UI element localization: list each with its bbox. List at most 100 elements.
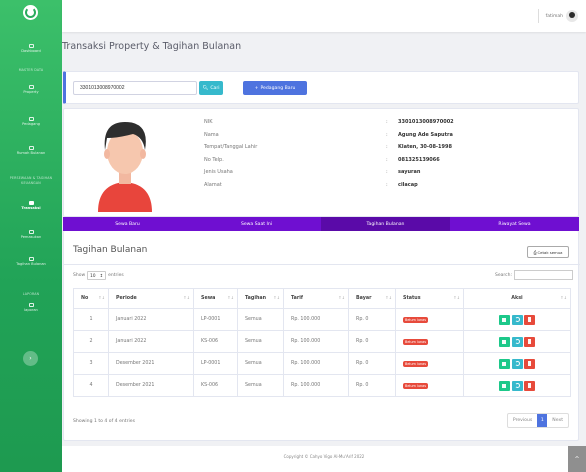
chevron-down-icon: ↕	[99, 273, 104, 278]
tab-bar: Sewa Baru Sewa Saat Ini Tagihan Bulanan …	[63, 217, 579, 231]
tagihan-card: Tagihan Bulanan ⎙ Cetak semua Show 10 ↕ en…	[63, 231, 580, 441]
sort-icon: ↑↓	[560, 295, 567, 300]
status-badge: Belum lunas	[403, 360, 428, 367]
delete-button[interactable]	[524, 336, 536, 347]
profile-avatar-image	[98, 122, 152, 212]
sidebar-item-laporan[interactable]: laporan	[0, 303, 62, 313]
avatar	[566, 10, 578, 22]
column-header[interactable]: No ↑↓	[73, 288, 109, 309]
column-header[interactable]: Periode ↑↓	[108, 288, 194, 309]
topbar-divider	[537, 9, 539, 23]
column-header[interactable]: Sewa ↑↓	[193, 288, 238, 309]
tab-tagihan-bulanan[interactable]: Tagihan Bulanan	[321, 217, 450, 231]
search-card: 🔍︎Cari +Pedagang Baru	[63, 71, 579, 104]
cetak-semua-button[interactable]: ⎙ Cetak semua	[527, 246, 569, 258]
sidebar-heading-master: MASTER DATA	[18, 68, 44, 72]
chevron-up-icon: ^	[574, 455, 580, 463]
pagination: Previous 1 Next	[506, 413, 569, 428]
previous-button[interactable]: Previous	[508, 414, 537, 427]
sidebar-item-pemasukan[interactable]: Pemasukan	[0, 230, 62, 240]
pay-button[interactable]	[498, 380, 510, 391]
table-search-input[interactable]	[514, 270, 573, 280]
app-logo[interactable]	[23, 5, 38, 20]
building-icon	[28, 146, 34, 150]
column-header[interactable]: Status ↑↓	[395, 288, 464, 309]
user-icon	[28, 117, 34, 121]
tagihan-table: No ↑↓ Periode ↑↓ Sewa ↑↓ Tagihan ↑↓ Tarif ↑↓ …	[73, 288, 571, 397]
column-header[interactable]: Tarif ↑↓	[283, 288, 349, 309]
refresh-button[interactable]	[511, 314, 523, 325]
refresh-button[interactable]	[511, 380, 523, 391]
profile-row: Nama: Agung Ade Saputra	[204, 131, 453, 138]
refresh-button[interactable]	[511, 358, 523, 369]
sidebar-item-property[interactable]: Property	[0, 85, 62, 95]
sidebar-item-pedagang[interactable]: Pedagang	[0, 117, 62, 127]
profile-row: Tempat/Tanggal Lahir: Klaten, 30-08-1998	[204, 144, 452, 150]
sort-icon: ↑↓	[273, 295, 280, 300]
dashboard-icon	[28, 44, 34, 48]
tab-riwayat-sewa[interactable]: Riwayat Sewa	[450, 217, 579, 231]
sort-icon: ↑↓	[385, 295, 392, 300]
scroll-to-top-button[interactable]: ^	[568, 446, 586, 472]
profile-row: No Telp.:081325139066	[204, 156, 440, 163]
nik-search-input[interactable]	[73, 81, 197, 95]
table-row: 4 Desember 2021 KS-006 Semua Rp. 100.000…	[73, 374, 571, 397]
page-title: Transaksi Property & Tagihan Bulanan	[62, 41, 242, 52]
table-header-row: No ↑↓ Periode ↑↓ Sewa ↑↓ Tagihan ↑↓ Tarif ↑↓ …	[73, 288, 571, 309]
column-header[interactable]: Aksi ↑↓	[463, 288, 571, 309]
status-badge: Belum lunas	[403, 316, 428, 323]
sidebar-heading-keuangan: PERSEWAAN & TAGIHAN KEUANGAN	[9, 176, 53, 185]
tab-sewa-saat-ini[interactable]: Sewa Saat Ini	[192, 217, 321, 231]
sidebar-toggle-button[interactable]: ›	[23, 351, 38, 366]
column-header[interactable]: Bayar ↑↓	[348, 288, 396, 309]
money-icon	[28, 201, 34, 205]
pay-button[interactable]	[498, 314, 510, 325]
chevron-right-icon: ›	[29, 355, 32, 362]
user-name: fatimah	[545, 13, 563, 19]
search-icon: 🔍︎	[202, 85, 209, 91]
delete-button[interactable]	[524, 380, 536, 391]
sidebar-item-transaksi[interactable]: Transaksi	[0, 201, 62, 211]
bill-icon	[28, 257, 34, 261]
sidebar-item-tagihan-bulanan[interactable]: Tagihan Bulanan	[0, 257, 62, 267]
sidebar: Dashboard MASTER DATA Property Pedagang …	[0, 0, 62, 472]
pay-button[interactable]	[498, 358, 510, 369]
table-row: 2 Januari 2022 KS-006 Semua Rp. 100.000 …	[73, 330, 571, 353]
delete-button[interactable]	[524, 314, 536, 325]
profile-info: NIK:3301013008970002 Nama: Agung Ade Sapu…	[204, 119, 574, 194]
sidebar-item-dashboard[interactable]: Dashboard	[0, 44, 62, 54]
sidebar-item-rumah-bulanan[interactable]: Rumah Bulanan	[0, 146, 62, 156]
show-entries: Show 10 ↕ entries	[73, 271, 124, 280]
sort-icon: ↑↓	[453, 295, 460, 300]
pay-button[interactable]	[498, 336, 510, 347]
table-row: 3 Desember 2021 LP-0001 Semua Rp. 100.00…	[73, 352, 571, 375]
status-badge: Belum lunas	[403, 382, 428, 389]
entries-info: Showing 1 to 4 of 4 entries	[73, 419, 135, 424]
column-header[interactable]: Tagihan ↑↓	[237, 288, 284, 309]
table-search: Search:	[495, 270, 573, 280]
refresh-button[interactable]	[511, 336, 523, 347]
topbar: fatimah	[62, 0, 586, 32]
sort-icon: ↑↓	[338, 295, 345, 300]
pedagang-baru-button[interactable]: + Pedagang Baru	[243, 81, 307, 95]
tab-sewa-baru[interactable]: Sewa Baru	[63, 217, 192, 231]
entries-select[interactable]: 10 ↕	[87, 271, 107, 280]
divider	[64, 264, 580, 265]
cari-button[interactable]: 🔍︎ Cari	[199, 81, 223, 95]
profile-row: NIK:3301013008970002	[204, 119, 454, 125]
plus-icon: +	[254, 85, 259, 91]
profile-row: Alamat: cilacap	[204, 181, 418, 188]
status-badge: Belum lunas	[403, 338, 428, 345]
report-icon	[28, 303, 34, 307]
sidebar-heading-laporan: LAPORAN	[22, 292, 40, 296]
sort-icon: ↑↓	[98, 295, 105, 300]
user-menu[interactable]: fatimah	[537, 9, 578, 23]
next-button[interactable]: Next	[547, 414, 568, 427]
delete-button[interactable]	[524, 358, 536, 369]
profile-row: Jenis Usaha: sayuran	[204, 169, 421, 175]
page-1-button[interactable]: 1	[537, 414, 548, 427]
footer: Copyright © Cahyo Vigo Al-Mu'Arif 2022	[62, 446, 586, 472]
profile-card: NIK:3301013008970002 Nama: Agung Ade Sapu…	[63, 108, 579, 217]
table-row: 1 Januari 2022 LP-0001 Semua Rp. 100.000…	[73, 308, 571, 331]
sort-icon: ↑↓	[183, 295, 190, 300]
